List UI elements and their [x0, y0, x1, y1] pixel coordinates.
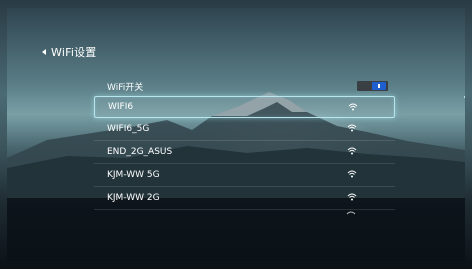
network-item-wifi6-5g[interactable]: WIFI6_5G — [94, 118, 395, 140]
page-title-text: WiFi设置 — [51, 46, 97, 59]
network-item-end-2g-asus[interactable]: END_2G_ASUS — [94, 141, 395, 163]
divider — [94, 209, 395, 210]
back-arrow-icon[interactable] — [42, 49, 46, 55]
wifi-toggle-switch[interactable] — [357, 81, 388, 91]
page-title[interactable]: WiFi设置 — [42, 44, 96, 60]
wifi-signal-icon — [347, 170, 357, 178]
network-item-kjm-ww-2g[interactable]: KJM-WW 2G — [94, 187, 395, 209]
wifi-signal-icon — [347, 193, 357, 201]
wifi-signal-icon — [348, 103, 358, 111]
partial-wifi-icon — [346, 211, 356, 215]
decorative-dot — [464, 96, 465, 98]
tv-screen: WiFi设置 WiFi开关 WIFI6 WIFI6_5G END_2G_ASUS… — [7, 8, 465, 261]
wifi-signal-icon — [347, 147, 357, 155]
wifi-toggle-row[interactable]: WiFi开关 — [94, 75, 395, 97]
toggle-knob — [372, 82, 386, 90]
wifi-signal-icon — [347, 124, 357, 132]
network-item-wifi6[interactable]: WIFI6 — [94, 96, 395, 118]
wifi-toggle-label: WiFi开关 — [107, 82, 144, 93]
network-item-kjm-ww-5g[interactable]: KJM-WW 5G — [94, 164, 395, 186]
